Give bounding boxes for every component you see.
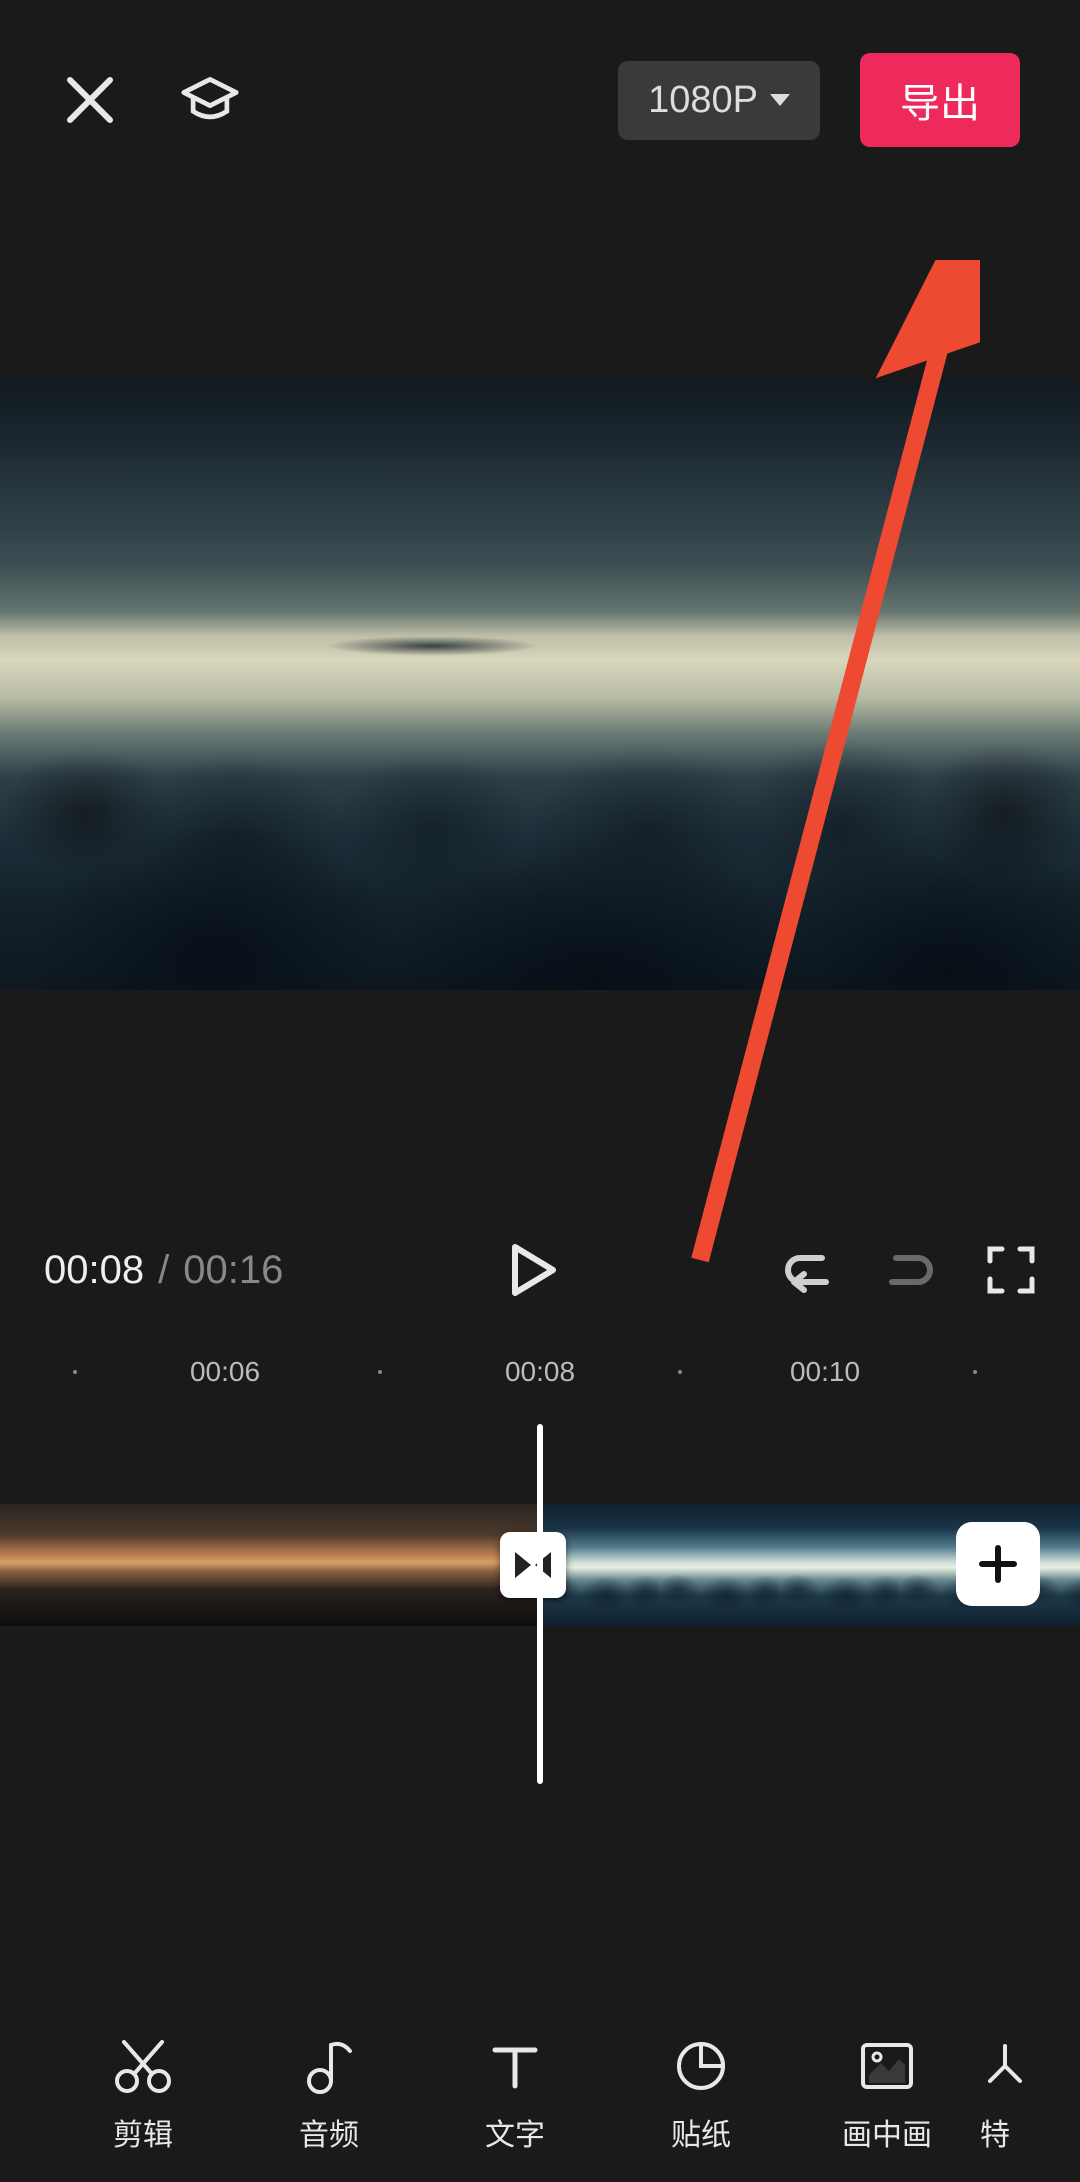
undo-button[interactable] xyxy=(782,1244,834,1296)
ruler-dot xyxy=(973,1370,977,1374)
redo-button[interactable] xyxy=(884,1244,936,1296)
ruler-dot xyxy=(678,1370,682,1374)
tool-audio[interactable]: 音频 xyxy=(236,2038,422,2154)
ruler-tick: 00:08 xyxy=(505,1356,575,1388)
ruler-tick: 00:10 xyxy=(790,1356,860,1388)
time-current: 00:08 xyxy=(44,1248,144,1293)
resolution-label: 1080P xyxy=(648,79,758,122)
tool-pip[interactable]: 画中画 xyxy=(794,2038,980,2154)
tool-edit[interactable]: 剪辑 xyxy=(50,2038,236,2154)
play-button[interactable] xyxy=(509,1243,557,1297)
plus-icon xyxy=(976,1542,1020,1586)
time-display: 00:08 / 00:16 xyxy=(44,1248,283,1293)
tool-label: 画中画 xyxy=(842,2110,932,2154)
tool-label: 剪辑 xyxy=(113,2110,173,2154)
export-label: 导出 xyxy=(900,82,980,126)
tool-label: 文字 xyxy=(485,2110,545,2154)
bottom-toolbar: 剪辑 音频 文字 贴纸 画中画 特 xyxy=(0,2038,1080,2154)
fullscreen-button[interactable] xyxy=(986,1245,1036,1295)
playhead[interactable] xyxy=(537,1424,543,1784)
tool-label: 特 xyxy=(980,2110,1010,2154)
resolution-selector[interactable]: 1080P xyxy=(618,61,820,140)
music-note-icon xyxy=(304,2038,354,2094)
fullscreen-icon xyxy=(986,1245,1036,1295)
close-icon xyxy=(64,74,116,126)
play-icon xyxy=(509,1243,557,1297)
scissors-icon xyxy=(114,2038,172,2094)
header-left xyxy=(60,70,240,130)
redo-icon xyxy=(884,1244,936,1296)
header-right: 1080P 导出 xyxy=(618,53,1020,147)
ruler-dot xyxy=(73,1370,77,1374)
app-header: 1080P 导出 xyxy=(0,0,1080,200)
transition-button[interactable] xyxy=(500,1532,566,1598)
add-clip-button[interactable] xyxy=(956,1522,1040,1606)
clip-1[interactable] xyxy=(0,1504,540,1626)
tool-effects[interactable]: 特 xyxy=(980,2038,1040,2154)
ruler-tick: 00:06 xyxy=(190,1356,260,1388)
tool-label: 音频 xyxy=(299,2110,359,2154)
tool-label: 贴纸 xyxy=(671,2110,731,2154)
ruler-dot xyxy=(378,1370,382,1374)
undo-icon xyxy=(782,1244,834,1296)
timeline[interactable] xyxy=(0,1434,1080,1754)
export-button[interactable]: 导出 xyxy=(860,53,1020,147)
video-preview[interactable] xyxy=(0,380,1080,990)
close-button[interactable] xyxy=(60,70,120,130)
effects-icon xyxy=(980,2038,1030,2094)
tool-sticker[interactable]: 贴纸 xyxy=(608,2038,794,2154)
time-separator: / xyxy=(158,1248,169,1293)
graduation-cap-icon xyxy=(180,68,240,132)
tool-text[interactable]: 文字 xyxy=(422,2038,608,2154)
timeline-ruler[interactable]: 00:06 00:08 00:10 xyxy=(0,1340,1080,1404)
text-icon xyxy=(489,2038,541,2094)
transition-icon xyxy=(513,1550,553,1580)
picture-in-picture-icon xyxy=(859,2038,915,2094)
sticker-icon xyxy=(674,2038,728,2094)
playbar: 00:08 / 00:16 xyxy=(0,1200,1080,1340)
chevron-down-icon xyxy=(770,94,790,106)
time-total: 00:16 xyxy=(183,1248,283,1293)
tutorial-button[interactable] xyxy=(180,70,240,130)
